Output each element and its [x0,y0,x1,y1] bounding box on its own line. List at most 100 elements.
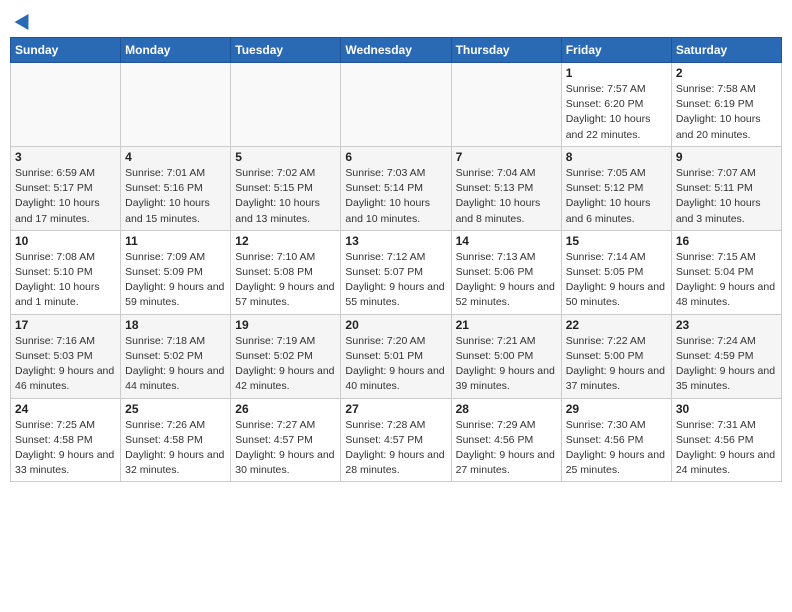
calendar-cell: 5 Sunrise: 7:02 AM Sunset: 5:15 PM Daylig… [231,146,341,230]
calendar-cell: 10Sunrise: 7:08 AM Sunset: 5:10 PM Dayli… [11,230,121,314]
day-number: 5 [235,150,336,164]
day-info: Sunrise: 7:20 AM Sunset: 5:01 PM Dayligh… [345,334,446,395]
day-info: Sunrise: 7:01 AM Sunset: 5:16 PM Dayligh… [125,166,226,227]
calendar-cell: 16 Sunrise: 7:15 AM Sunset: 5:04 PM Dayli… [671,230,781,314]
day-number: 29 [566,402,667,416]
day-number: 15 [566,234,667,248]
calendar-cell: 29 Sunrise: 7:30 AM Sunset: 4:56 PM Dayli… [561,398,671,482]
day-header-saturday: Saturday [671,38,781,63]
day-number: 1 [566,66,667,80]
calendar-week-row: 1 Sunrise: 7:57 AM Sunset: 6:20 PM Daylig… [11,63,782,147]
day-info: Sunrise: 7:31 AM Sunset: 4:56 PM Dayligh… [676,418,777,479]
calendar-week-row: 17 Sunrise: 7:16 AM Sunset: 5:03 PM Dayli… [11,314,782,398]
calendar-cell [451,63,561,147]
day-header-sunday: Sunday [11,38,121,63]
day-number: 26 [235,402,336,416]
day-info: Sunrise: 7:15 AM Sunset: 5:04 PM Dayligh… [676,250,777,311]
day-number: 28 [456,402,557,416]
day-header-monday: Monday [121,38,231,63]
day-number: 13 [345,234,446,248]
calendar-cell: 11 Sunrise: 7:09 AM Sunset: 5:09 PM Dayli… [121,230,231,314]
header [10,10,782,29]
day-info: Sunrise: 7:19 AM Sunset: 5:02 PM Dayligh… [235,334,336,395]
day-number: 16 [676,234,777,248]
day-info: Sunrise: 7:07 AM Sunset: 5:11 PM Dayligh… [676,166,777,227]
day-number: 8 [566,150,667,164]
day-info: Sunrise: 7:04 AM Sunset: 5:13 PM Dayligh… [456,166,557,227]
calendar-cell: 20 Sunrise: 7:20 AM Sunset: 5:01 PM Dayli… [341,314,451,398]
day-info: Sunrise: 7:30 AM Sunset: 4:56 PM Dayligh… [566,418,667,479]
day-number: 4 [125,150,226,164]
day-info: Sunrise: 7:26 AM Sunset: 4:58 PM Dayligh… [125,418,226,479]
day-number: 9 [676,150,777,164]
day-info: Sunrise: 7:18 AM Sunset: 5:02 PM Dayligh… [125,334,226,395]
day-info: Sunrise: 7:09 AM Sunset: 5:09 PM Dayligh… [125,250,226,311]
calendar-cell: 22Sunrise: 7:22 AM Sunset: 5:00 PM Dayli… [561,314,671,398]
day-number: 18 [125,318,226,332]
day-header-tuesday: Tuesday [231,38,341,63]
logo-triangle-icon [15,10,36,30]
calendar-week-row: 10Sunrise: 7:08 AM Sunset: 5:10 PM Dayli… [11,230,782,314]
calendar-cell: 8 Sunrise: 7:05 AM Sunset: 5:12 PM Daylig… [561,146,671,230]
calendar-cell: 12Sunrise: 7:10 AM Sunset: 5:08 PM Dayli… [231,230,341,314]
day-number: 17 [15,318,116,332]
calendar-header-row: SundayMondayTuesdayWednesdayThursdayFrid… [11,38,782,63]
day-number: 6 [345,150,446,164]
day-info: Sunrise: 7:29 AM Sunset: 4:56 PM Dayligh… [456,418,557,479]
calendar-cell [11,63,121,147]
calendar-cell: 4 Sunrise: 7:01 AM Sunset: 5:16 PM Daylig… [121,146,231,230]
calendar-cell: 2Sunrise: 7:58 AM Sunset: 6:19 PM Daylig… [671,63,781,147]
calendar-cell: 21Sunrise: 7:21 AM Sunset: 5:00 PM Dayli… [451,314,561,398]
day-number: 24 [15,402,116,416]
day-info: Sunrise: 7:03 AM Sunset: 5:14 PM Dayligh… [345,166,446,227]
calendar-cell: 9 Sunrise: 7:07 AM Sunset: 5:11 PM Daylig… [671,146,781,230]
day-info: Sunrise: 7:57 AM Sunset: 6:20 PM Dayligh… [566,82,667,143]
calendar-cell [121,63,231,147]
calendar-week-row: 24Sunrise: 7:25 AM Sunset: 4:58 PM Dayli… [11,398,782,482]
day-header-thursday: Thursday [451,38,561,63]
day-info: Sunrise: 6:59 AM Sunset: 5:17 PM Dayligh… [15,166,116,227]
day-info: Sunrise: 7:22 AM Sunset: 5:00 PM Dayligh… [566,334,667,395]
day-info: Sunrise: 7:02 AM Sunset: 5:15 PM Dayligh… [235,166,336,227]
calendar-cell: 27Sunrise: 7:28 AM Sunset: 4:57 PM Dayli… [341,398,451,482]
calendar-cell: 26 Sunrise: 7:27 AM Sunset: 4:57 PM Dayli… [231,398,341,482]
day-number: 30 [676,402,777,416]
day-number: 11 [125,234,226,248]
day-number: 3 [15,150,116,164]
day-info: Sunrise: 7:05 AM Sunset: 5:12 PM Dayligh… [566,166,667,227]
calendar-cell [341,63,451,147]
calendar-cell: 18 Sunrise: 7:18 AM Sunset: 5:02 PM Dayli… [121,314,231,398]
day-number: 21 [456,318,557,332]
calendar-cell: 14Sunrise: 7:13 AM Sunset: 5:06 PM Dayli… [451,230,561,314]
day-number: 12 [235,234,336,248]
day-number: 7 [456,150,557,164]
calendar-cell: 25 Sunrise: 7:26 AM Sunset: 4:58 PM Dayli… [121,398,231,482]
day-header-friday: Friday [561,38,671,63]
day-info: Sunrise: 7:24 AM Sunset: 4:59 PM Dayligh… [676,334,777,395]
day-header-wednesday: Wednesday [341,38,451,63]
day-info: Sunrise: 7:08 AM Sunset: 5:10 PM Dayligh… [15,250,116,311]
calendar-body: 1 Sunrise: 7:57 AM Sunset: 6:20 PM Daylig… [11,63,782,482]
day-info: Sunrise: 7:12 AM Sunset: 5:07 PM Dayligh… [345,250,446,311]
calendar-cell: 13 Sunrise: 7:12 AM Sunset: 5:07 PM Dayli… [341,230,451,314]
day-info: Sunrise: 7:58 AM Sunset: 6:19 PM Dayligh… [676,82,777,143]
day-number: 23 [676,318,777,332]
calendar-cell: 6 Sunrise: 7:03 AM Sunset: 5:14 PM Daylig… [341,146,451,230]
day-number: 20 [345,318,446,332]
day-info: Sunrise: 7:28 AM Sunset: 4:57 PM Dayligh… [345,418,446,479]
calendar-week-row: 3 Sunrise: 6:59 AM Sunset: 5:17 PM Daylig… [11,146,782,230]
calendar-cell: 24Sunrise: 7:25 AM Sunset: 4:58 PM Dayli… [11,398,121,482]
calendar-cell [231,63,341,147]
calendar-cell: 19Sunrise: 7:19 AM Sunset: 5:02 PM Dayli… [231,314,341,398]
calendar-cell: 3 Sunrise: 6:59 AM Sunset: 5:17 PM Daylig… [11,146,121,230]
day-number: 14 [456,234,557,248]
day-info: Sunrise: 7:16 AM Sunset: 5:03 PM Dayligh… [15,334,116,395]
calendar-cell: 23 Sunrise: 7:24 AM Sunset: 4:59 PM Dayli… [671,314,781,398]
calendar-table: SundayMondayTuesdayWednesdayThursdayFrid… [10,37,782,482]
day-number: 25 [125,402,226,416]
calendar-cell: 30 Sunrise: 7:31 AM Sunset: 4:56 PM Dayli… [671,398,781,482]
logo [15,15,33,29]
day-info: Sunrise: 7:27 AM Sunset: 4:57 PM Dayligh… [235,418,336,479]
calendar-cell: 28 Sunrise: 7:29 AM Sunset: 4:56 PM Dayli… [451,398,561,482]
calendar-cell: 1 Sunrise: 7:57 AM Sunset: 6:20 PM Daylig… [561,63,671,147]
